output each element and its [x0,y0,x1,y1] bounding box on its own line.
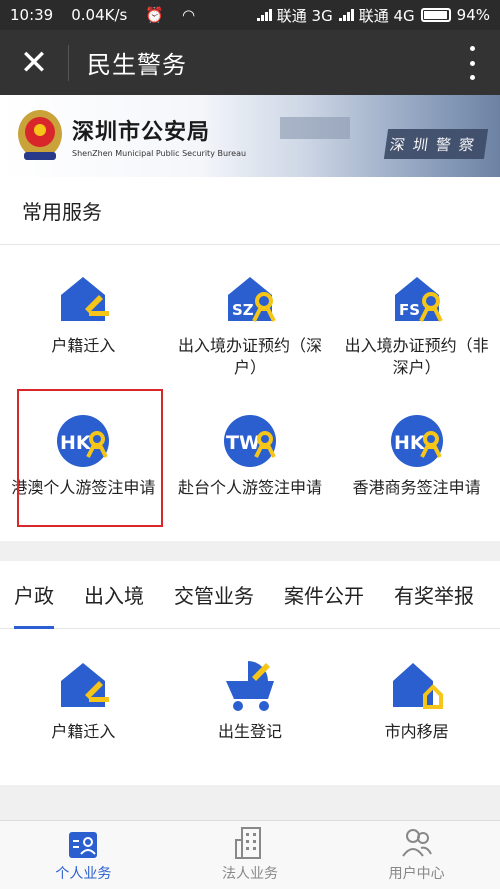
service-label: 香港商务签注申请 [352,478,481,497]
close-icon: ✕ [19,42,49,83]
tab-item-label: 出生登记 [217,722,282,741]
banner-subtitle: ShenZhen Municipal Public Security Burea… [72,149,247,158]
status-speed: 0.04K/s [71,6,128,24]
service-item-taiwan-visa[interactable]: TW 赴台个人游签注申请 [167,399,334,541]
tab-item-label: 户籍迁入 [51,722,116,741]
tab-item-birth-registration[interactable]: 出生登记 [167,643,334,785]
service-item-household-move-in[interactable]: 户籍迁入 [0,257,167,399]
service-label: 出入境办证预约（非深户） [344,336,489,377]
banner-sign: 深圳警察 [383,129,489,159]
nav-personal-business[interactable]: 个人业务 [0,821,167,889]
title-divider [68,44,69,81]
nav-label: 用户中心 [388,866,445,882]
service-item-exit-entry-non-sz[interactable]: FS 出入境办证预约（非深户） [333,257,500,399]
status-carrier-2: 联通 4G [358,6,415,25]
house-arrow-icon [61,663,110,707]
status-time: 10:39 [10,6,54,24]
signal-icon [256,9,272,21]
banner: 深圳市公安局 ShenZhen Municipal Public Securit… [0,95,500,177]
close-button[interactable]: ✕ [0,30,68,95]
stroller-icon [225,661,274,711]
nav-label: 法人业务 [222,866,278,882]
tab-household[interactable]: 户政 [14,561,54,629]
service-item-hk-business-visa[interactable]: HK 香港商务签注申请 [333,399,500,541]
fs-house-person-icon: FS [394,277,443,322]
page-title: 民生警务 [87,51,187,79]
svg-text:TW: TW [226,432,260,454]
banner-title: 深圳市公安局 [72,120,211,145]
battery-icon [420,8,451,22]
section-gap [0,541,500,561]
signal-icon [338,9,354,21]
service-label: 出入境办证预约（深户） [177,336,322,377]
banner-decoration [280,117,350,139]
bottom-nav: 个人业务 法人业务 用户中心 [0,820,500,889]
service-item-exit-entry-sz[interactable]: SZ 出入境办证预约（深户） [167,257,334,399]
svg-text:HK: HK [394,432,426,454]
house-move-icon [392,663,443,709]
house-arrow-icon [61,277,110,321]
tab-traffic[interactable]: 交管业务 [174,561,254,629]
status-bar: 10:39 0.04K/s ⏰ ◠ 联通 3G 联通 4G 94% [0,0,500,30]
section-header: 常用服务 [0,177,500,245]
selection-highlight [17,389,163,527]
tab-exit-entry[interactable]: 出入境 [84,561,144,629]
hk-circle-person-icon: HK [390,415,443,467]
category-tabs: 户政 出入境 交管业务 案件公开 有奖举报 [0,561,500,629]
sz-house-person-icon: SZ [227,277,276,322]
more-menu-button[interactable] [466,46,478,80]
nav-corporate-business[interactable]: 法人业务 [167,821,334,889]
tab-item-label: 市内移居 [384,722,449,741]
wifi-icon: ◠ [182,6,196,24]
svg-text:FS: FS [399,301,420,319]
service-label: 赴台个人游签注申请 [177,478,322,497]
tab-item-in-city-move[interactable]: 市内移居 [333,643,500,785]
tab-report-reward[interactable]: 有奖举报 [394,561,474,629]
person-card-icon [69,832,98,858]
title-bar: ✕ 民生警务 [0,30,500,95]
nav-user-center[interactable]: 用户中心 [333,821,500,889]
svg-text:SZ: SZ [232,301,254,319]
tab-content: 户籍迁入 出生登记 市内移居 [0,629,500,785]
status-battery: 94% [456,6,490,24]
service-label: 户籍迁入 [51,336,116,355]
nav-label: 个人业务 [55,866,112,882]
tw-circle-person-icon: TW [223,415,276,467]
alarm-off-icon: ⏰ [145,6,165,24]
tab-case-disclosure[interactable]: 案件公开 [284,561,364,629]
police-badge-icon [16,108,64,164]
building-icon [235,827,261,859]
status-carrier-1: 联通 3G [276,6,333,25]
tab-item-household-move-in[interactable]: 户籍迁入 [0,643,167,785]
users-icon [401,829,432,857]
